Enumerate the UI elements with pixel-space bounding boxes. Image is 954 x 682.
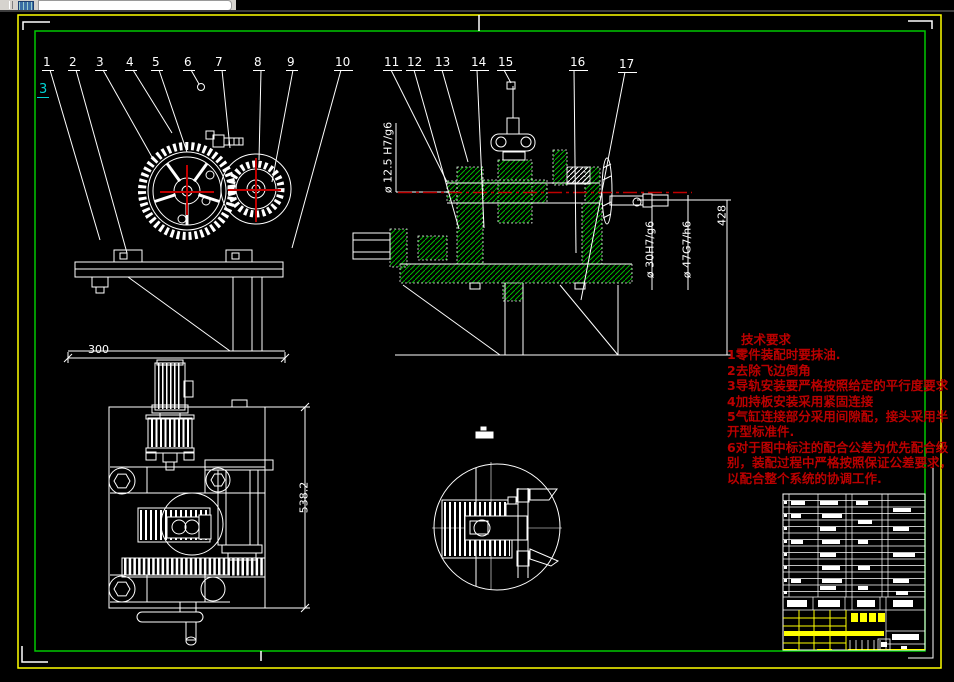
tech-line: 别，装配过程中严格按照保证公差要求， — [727, 455, 953, 471]
title-text-blob — [851, 613, 885, 622]
tech-line: 1零件装配时要抹油. — [727, 347, 841, 363]
motor-assembly-view — [108, 359, 310, 646]
callout-7: 7 — [214, 56, 226, 71]
dim-shaft47: ø 47G7/h6 — [680, 220, 694, 279]
gear-front-view — [63, 130, 292, 363]
yellow-band — [784, 631, 884, 636]
callout-2: 2 — [68, 56, 80, 71]
callout-10: 10 — [334, 56, 354, 71]
callout-13: 13 — [434, 56, 454, 71]
dim-428: 428 — [715, 205, 729, 226]
tech-line: 2去除飞边倒角 — [727, 362, 811, 378]
callout-1: 1 — [42, 56, 54, 71]
tech-line: 5气缸连接部分采用间隙配，接头采用半 — [727, 408, 949, 424]
dim-300: 300 — [88, 343, 109, 356]
title-block — [782, 493, 926, 651]
callout-6: 6 — [183, 56, 195, 71]
cad-drawing-screen: 3 1 2 3 4 5 6 7 8 9 10 11 12 13 14 15 16… — [0, 0, 954, 682]
callout-15: 15 — [497, 56, 517, 71]
dim-shaft30: ø 30H7/g6 — [643, 220, 657, 279]
callout-11: 11 — [383, 56, 403, 71]
callout-17: 17 — [618, 58, 638, 73]
callout-8: 8 — [253, 56, 265, 71]
callout-9: 9 — [286, 56, 298, 71]
tech-title: 技术要求 — [741, 332, 792, 347]
micro-text-blobs — [784, 501, 919, 650]
tech-line: 6对于图中标注的配合公差为优先配合级 — [727, 439, 949, 455]
tech-line: 3导轨安装要严格按照给定的平行度要求 — [727, 378, 949, 394]
tech-line: 4加持板安装采用紧固连接 — [727, 393, 874, 409]
circular-detail-view — [432, 426, 562, 591]
technical-requirements: 技术要求 1零件装配时要抹油. 2去除飞边倒角 3导轨安装要严格按照给定的平行度… — [727, 332, 953, 486]
dim-bore: ø 12.5 H7/g6 — [381, 121, 395, 194]
callout-16: 16 — [569, 56, 589, 71]
callout-14: 14 — [470, 56, 490, 71]
tech-line: 以配合整个系统的协调工作. — [727, 470, 882, 486]
callout-5: 5 — [151, 56, 163, 71]
view-marker: 3 — [37, 82, 50, 98]
dim-5382: 538.2 — [297, 481, 311, 514]
callout-12: 12 — [406, 56, 426, 71]
callout-3: 3 — [95, 56, 107, 71]
tech-line: 开型标准件. — [727, 424, 795, 440]
section-view — [352, 86, 731, 356]
callout-4: 4 — [125, 56, 137, 71]
